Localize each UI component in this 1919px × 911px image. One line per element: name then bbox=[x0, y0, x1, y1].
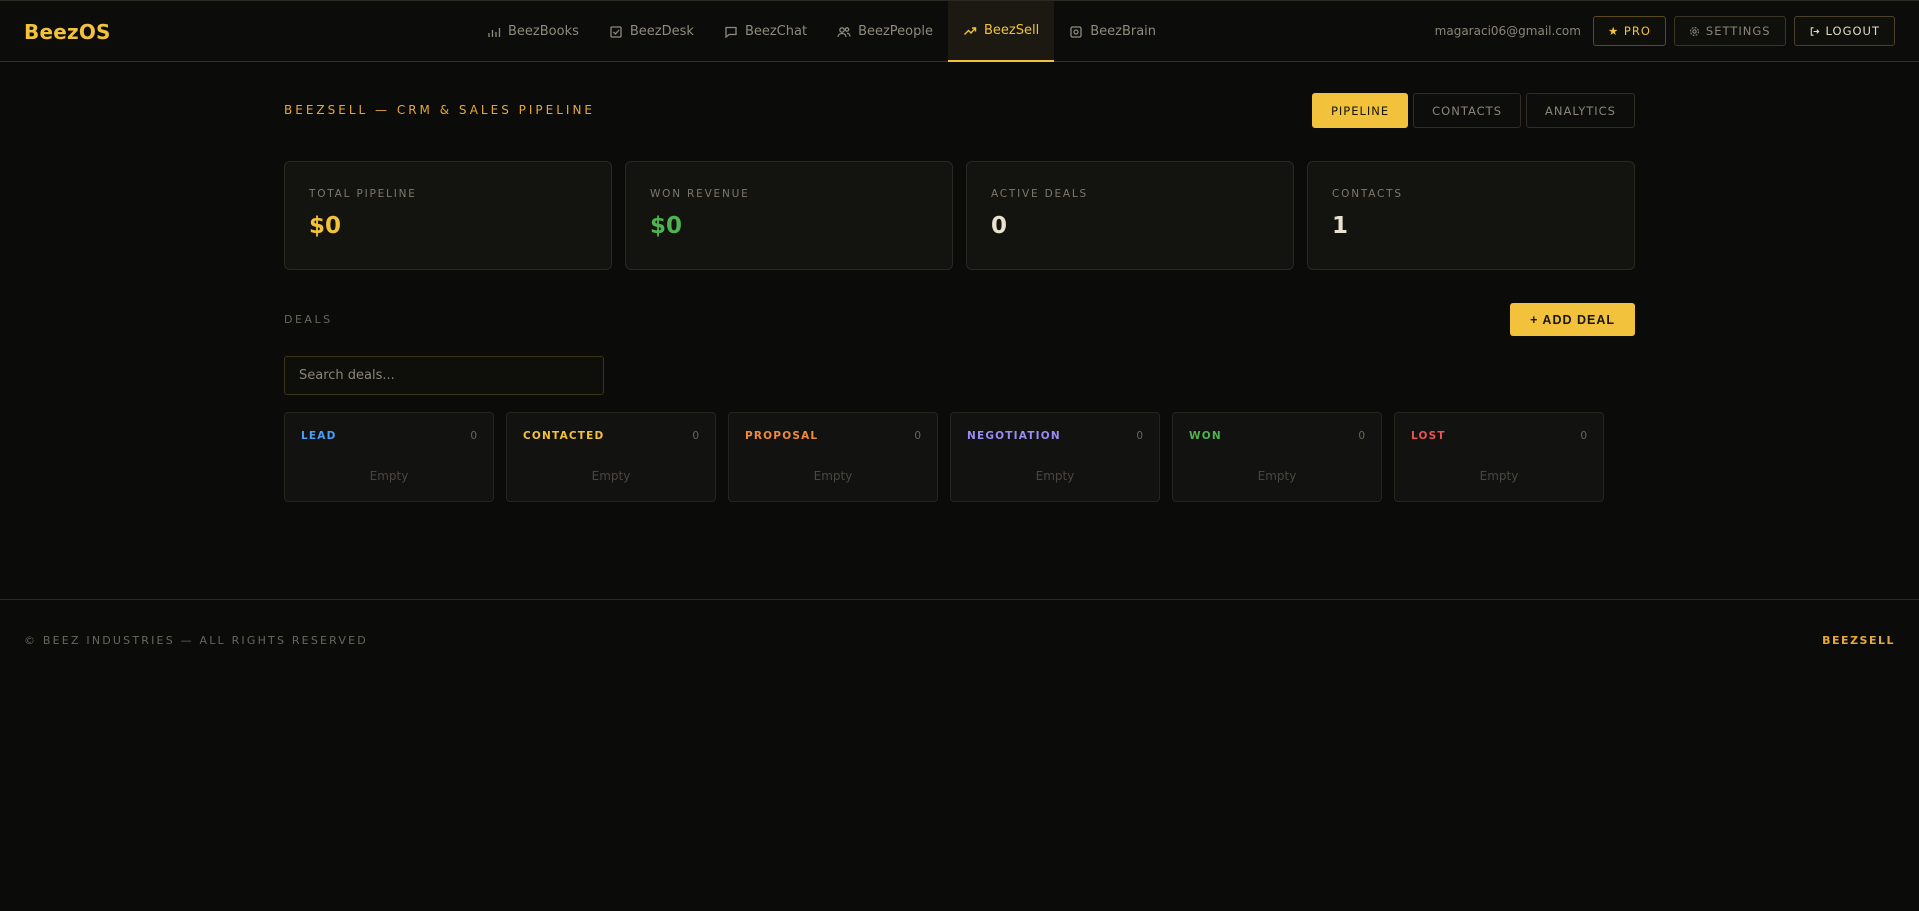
account-controls: magaraci06@gmail.com ★ PRO SETTINGS LOGO… bbox=[1435, 16, 1895, 46]
stat-card-total-pipeline: TOTAL PIPELINE $0 bbox=[284, 161, 612, 270]
column-empty-text: Empty bbox=[1035, 469, 1075, 483]
nav-item-beezdesk[interactable]: BeezDesk bbox=[594, 1, 709, 62]
logout-icon bbox=[1810, 26, 1819, 36]
tab-contacts[interactable]: CONTACTS bbox=[1413, 93, 1521, 128]
stat-label: TOTAL PIPELINE bbox=[309, 188, 417, 200]
view-tabs: PIPELINE CONTACTS ANALYTICS bbox=[1311, 93, 1635, 128]
column-header: LOST 0 bbox=[1411, 430, 1587, 442]
column-count: 0 bbox=[1580, 430, 1587, 442]
copyright-text: © BEEZ INDUSTRIES — ALL RIGHTS RESERVED bbox=[24, 634, 368, 647]
stat-value: $0 bbox=[309, 213, 342, 239]
settings-button[interactable]: SETTINGS bbox=[1673, 16, 1786, 46]
pipeline-column-lost: LOST 0 Empty bbox=[1394, 412, 1604, 502]
stat-value: 0 bbox=[991, 213, 1008, 239]
app-nav: BeezBooks BeezDesk BeezChat BeezPeople B… bbox=[472, 1, 1171, 62]
column-empty-text: Empty bbox=[813, 469, 853, 483]
nav-item-beezpeople[interactable]: BeezPeople bbox=[822, 1, 948, 62]
column-title: LOST bbox=[1411, 430, 1446, 442]
users-icon bbox=[837, 26, 851, 37]
gear-icon bbox=[1689, 26, 1699, 36]
nav-label: BeezBooks bbox=[508, 24, 579, 39]
nav-item-beezchat[interactable]: BeezChat bbox=[709, 1, 822, 62]
pro-label: ★ PRO bbox=[1607, 24, 1651, 38]
logout-button[interactable]: LOGOUT bbox=[1793, 16, 1895, 46]
search-deals-input[interactable] bbox=[284, 356, 604, 395]
stat-label: ACTIVE DEALS bbox=[991, 188, 1089, 200]
column-header: PROPOSAL 0 bbox=[745, 430, 921, 442]
column-title: WON bbox=[1189, 430, 1222, 442]
bar-chart-icon bbox=[488, 27, 501, 37]
nav-label: BeezPeople bbox=[858, 24, 933, 39]
logout-label: LOGOUT bbox=[1825, 24, 1880, 38]
nav-item-beezbrain[interactable]: BeezBrain bbox=[1054, 1, 1171, 62]
brain-chip-icon bbox=[1070, 25, 1082, 38]
nav-label: BeezChat bbox=[744, 24, 808, 39]
deals-section-label: DEALS bbox=[284, 313, 333, 326]
column-empty-text: Empty bbox=[369, 469, 409, 483]
column-count: 0 bbox=[470, 430, 477, 442]
trending-up-icon bbox=[964, 26, 977, 35]
column-count: 0 bbox=[1136, 430, 1143, 442]
pipeline-board: LEAD 0 Empty CONTACTED 0 Empty PROPOSAL … bbox=[284, 412, 1604, 502]
column-empty-text: Empty bbox=[1257, 469, 1297, 483]
add-deal-button[interactable]: + ADD DEAL bbox=[1510, 303, 1635, 336]
check-square-icon bbox=[610, 25, 622, 38]
column-count: 0 bbox=[1358, 430, 1365, 442]
column-header: CONTACTED 0 bbox=[523, 430, 699, 442]
stat-value: $0 bbox=[650, 213, 683, 239]
stat-label: CONTACTS bbox=[1332, 188, 1403, 200]
stats-row: TOTAL PIPELINE $0 WON REVENUE $0 ACTIVE … bbox=[284, 161, 1635, 270]
stat-value: 1 bbox=[1332, 213, 1349, 239]
pipeline-column-contacted: CONTACTED 0 Empty bbox=[506, 412, 716, 502]
stat-label: WON REVENUE bbox=[650, 188, 750, 200]
nav-label: BeezSell bbox=[984, 23, 1040, 38]
footer: © BEEZ INDUSTRIES — ALL RIGHTS RESERVED … bbox=[0, 599, 1919, 679]
stat-card-active-deals: ACTIVE DEALS 0 bbox=[966, 161, 1294, 270]
brand-logo[interactable]: BeezOS bbox=[24, 20, 111, 44]
tab-pipeline[interactable]: PIPELINE bbox=[1311, 93, 1409, 128]
pro-button[interactable]: ★ PRO bbox=[1592, 16, 1666, 46]
pipeline-column-proposal: PROPOSAL 0 Empty bbox=[728, 412, 938, 502]
column-header: LEAD 0 bbox=[301, 430, 477, 442]
column-header: WON 0 bbox=[1189, 430, 1365, 442]
column-count: 0 bbox=[692, 430, 699, 442]
settings-label: SETTINGS bbox=[1705, 24, 1771, 38]
chat-bubble-icon bbox=[725, 26, 737, 38]
nav-item-beezbooks[interactable]: BeezBooks bbox=[472, 1, 594, 62]
stat-card-contacts: CONTACTS 1 bbox=[1307, 161, 1635, 270]
column-title: LEAD bbox=[301, 430, 337, 442]
stat-card-won-revenue: WON REVENUE $0 bbox=[625, 161, 953, 270]
column-count: 0 bbox=[914, 430, 921, 442]
nav-label: BeezDesk bbox=[629, 24, 694, 39]
column-title: PROPOSAL bbox=[745, 430, 819, 442]
nav-item-beezsell[interactable]: BeezSell bbox=[948, 1, 1055, 62]
column-title: NEGOTIATION bbox=[967, 430, 1061, 442]
top-nav-bar: BeezOS BeezBooks BeezDesk BeezChat BeezP… bbox=[0, 0, 1919, 62]
pipeline-column-lead: LEAD 0 Empty bbox=[284, 412, 494, 502]
user-email: magaraci06@gmail.com bbox=[1434, 24, 1581, 38]
column-empty-text: Empty bbox=[1479, 469, 1519, 483]
nav-label: BeezBrain bbox=[1090, 24, 1157, 39]
column-empty-text: Empty bbox=[591, 469, 631, 483]
column-title: CONTACTED bbox=[523, 430, 605, 442]
pipeline-column-negotiation: NEGOTIATION 0 Empty bbox=[950, 412, 1160, 502]
page-title: BEEZSELL — CRM & SALES PIPELINE bbox=[284, 103, 595, 117]
footer-app-name: BEEZSELL bbox=[1822, 634, 1895, 647]
tab-analytics[interactable]: ANALYTICS bbox=[1526, 93, 1635, 128]
column-header: NEGOTIATION 0 bbox=[967, 430, 1143, 442]
pipeline-column-won: WON 0 Empty bbox=[1172, 412, 1382, 502]
